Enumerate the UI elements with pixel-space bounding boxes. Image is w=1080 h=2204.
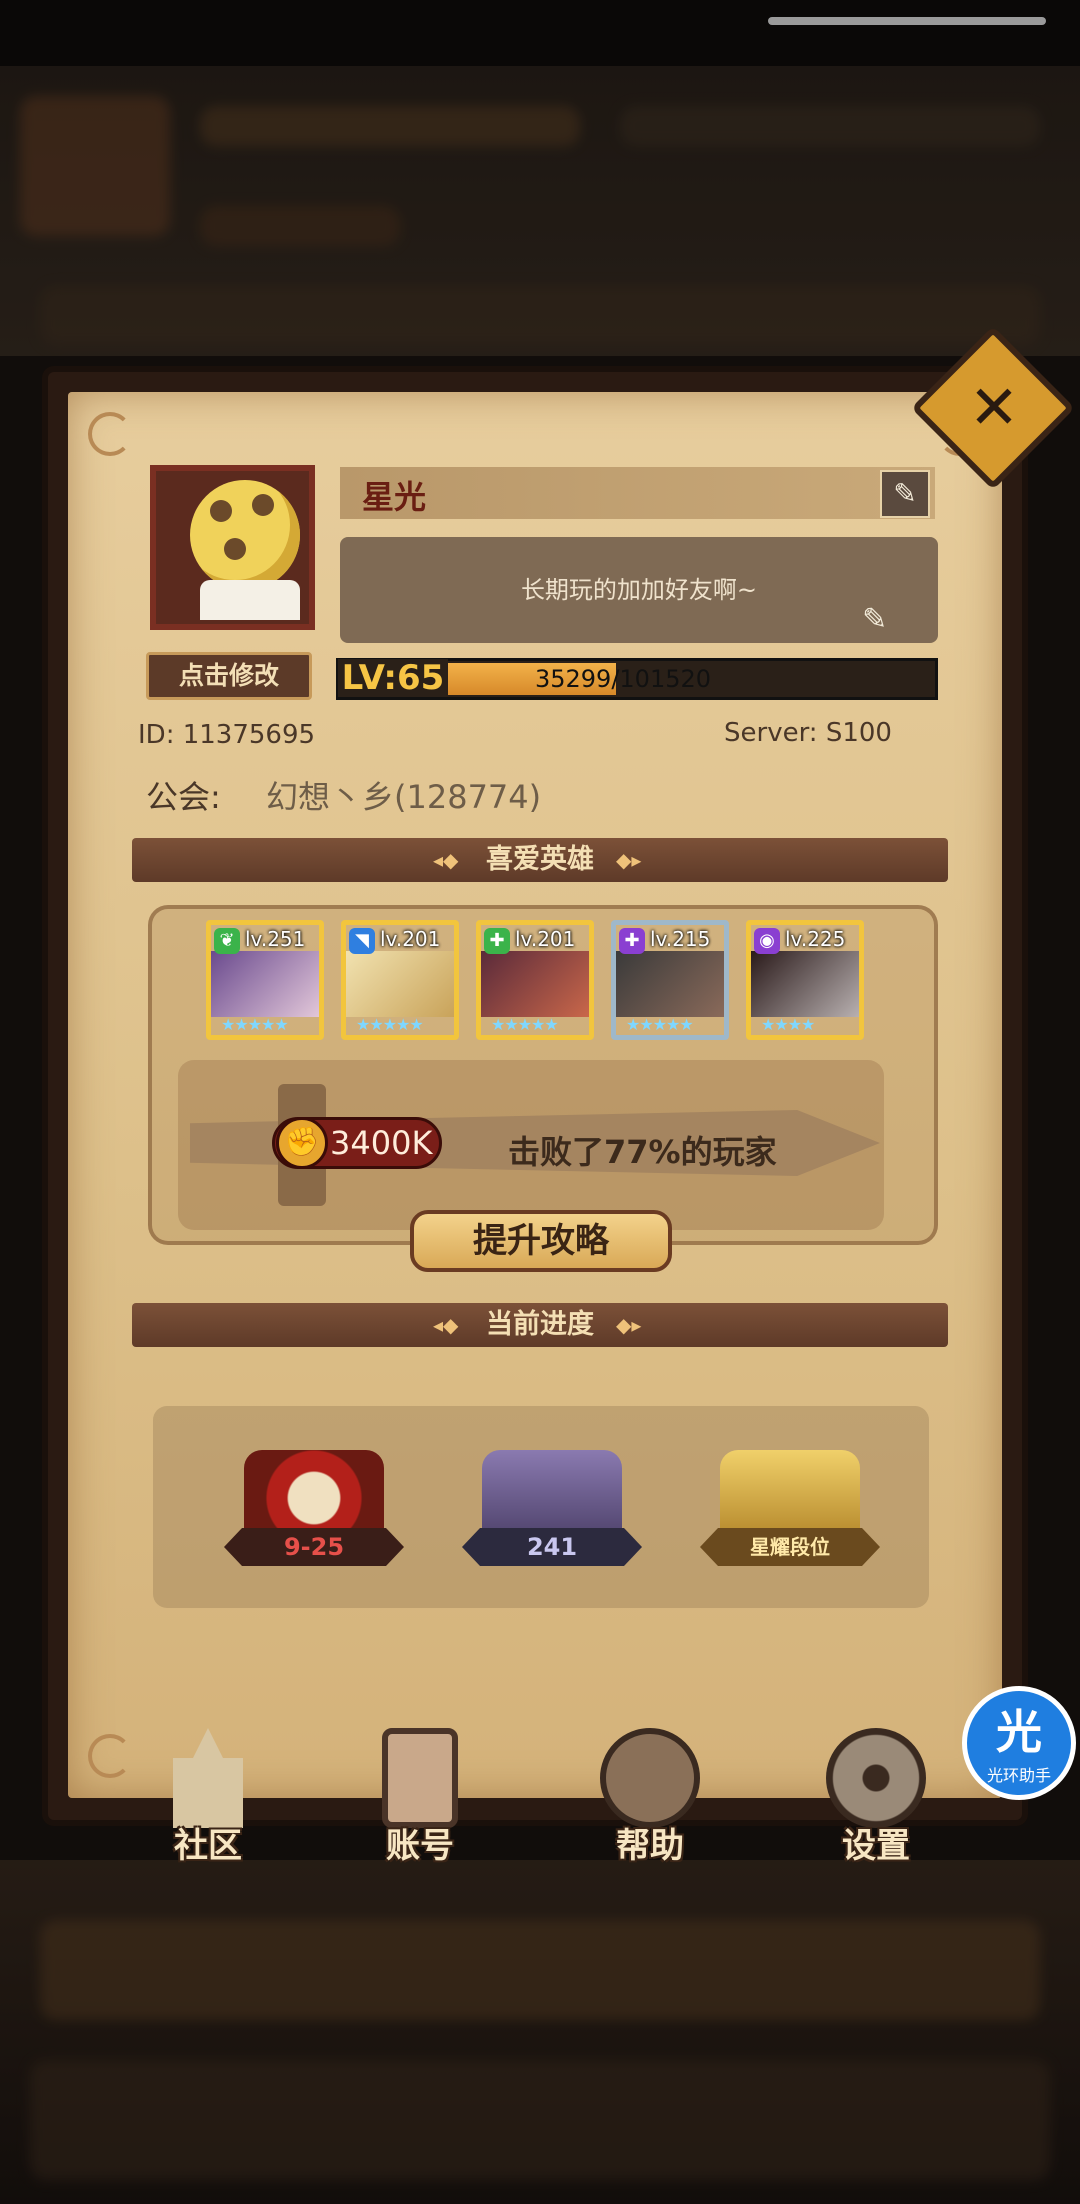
nav-label: 社区: [174, 1826, 242, 1866]
leaf-icon: ❦: [214, 928, 240, 954]
guild-label: 公会:: [146, 778, 221, 816]
hero-card[interactable]: ✚ lv.215 ★★★★★: [611, 920, 729, 1040]
nav-community[interactable]: 社区: [138, 1718, 278, 1868]
corner-ornament-icon: [88, 1734, 132, 1778]
nav-label: 设置: [842, 1826, 910, 1866]
hero-portrait: [481, 951, 589, 1017]
campaign-stage: 9-25: [283, 1533, 345, 1561]
status-bar: [0, 0, 1080, 66]
hero-level: lv.215: [650, 927, 711, 951]
pencil-icon: ✎: [893, 477, 917, 510]
campaign-progress-badge[interactable]: 9-25: [224, 1440, 404, 1572]
tower-floor: 241: [526, 1533, 578, 1561]
close-icon: ✕: [968, 373, 1020, 443]
avatar-mask-icon: [190, 480, 300, 590]
plus-icon: ✚: [484, 928, 510, 954]
hero-stars: ★★★★★: [356, 1015, 424, 1034]
hero-card[interactable]: ◥ lv.201 ★★★★★: [341, 920, 459, 1040]
signature-text: 长期玩的加加好友啊~: [520, 576, 758, 604]
hero-portrait: [346, 951, 454, 1017]
exp-text: 35299/101520: [534, 665, 712, 693]
phone-hooded-figure-icon: [382, 1728, 458, 1828]
nav-settings[interactable]: 设置: [806, 1718, 946, 1868]
pencil-icon[interactable]: ✎: [862, 602, 887, 637]
corner-ornament-icon: [88, 412, 132, 456]
arena-rank: 星耀段位: [750, 1535, 830, 1559]
player-name: 星光: [362, 478, 427, 516]
hero-level: lv.225: [785, 927, 846, 951]
favorite-heroes-title: 喜爱英雄: [486, 844, 594, 875]
nav-label: 账号: [386, 1826, 454, 1866]
hero-card[interactable]: ✚ lv.201 ★★★★★: [476, 920, 594, 1040]
hero-card[interactable]: ❦ lv.251 ★★★★★: [206, 920, 324, 1040]
gear-icon: [826, 1728, 926, 1828]
assistant-logo-icon: 光: [996, 1705, 1042, 1759]
hero-stars: ★★★★★: [626, 1015, 694, 1034]
improve-guide-button[interactable]: 提升攻略: [410, 1210, 672, 1272]
hero-stars: ★★★★: [761, 1015, 815, 1034]
power-value: 3400K: [330, 1124, 433, 1162]
dark-icon: ◉: [754, 928, 780, 954]
guild-name[interactable]: 幻想丶乡(128774): [266, 772, 541, 818]
water-icon: ◥: [349, 928, 375, 954]
avatar-body: [200, 580, 300, 620]
rank-percentile-text: 击败了77%的玩家: [508, 1133, 777, 1171]
fist-icon: ✊: [276, 1117, 328, 1169]
player-id: ID: 11375695: [138, 720, 316, 750]
hero-stars: ★★★★★: [221, 1015, 289, 1034]
name-bar: [340, 467, 935, 519]
home-indicator: [768, 17, 1046, 25]
nav-label: 帮助: [616, 1826, 684, 1866]
tower-progress-badge[interactable]: 241: [462, 1440, 642, 1572]
hero-portrait: [616, 951, 724, 1017]
edit-name-button[interactable]: ✎: [880, 470, 930, 518]
hero-stars: ★★★★★: [491, 1015, 559, 1034]
hero-portrait: [751, 951, 859, 1017]
current-progress-title: 当前进度: [486, 1309, 594, 1340]
hero-level: lv.201: [515, 927, 576, 951]
hero-card[interactable]: ◉ lv.225 ★★★★: [746, 920, 864, 1040]
edit-avatar-button[interactable]: 点击修改: [146, 652, 312, 700]
nav-account[interactable]: 账号: [350, 1718, 490, 1868]
hero-level: lv.251: [245, 927, 306, 951]
castle-icon: [173, 1728, 243, 1828]
chat-bubble-icon: [600, 1728, 700, 1828]
level-label: LV:65: [338, 659, 448, 697]
assistant-label: 光环助手: [986, 1766, 1051, 1785]
nav-help[interactable]: 帮助: [580, 1718, 720, 1868]
arena-progress-badge[interactable]: 星耀段位: [700, 1440, 880, 1572]
server-label: Server: S100: [724, 718, 892, 748]
plus-icon: ✚: [619, 928, 645, 954]
hero-portrait: [211, 951, 319, 1017]
hero-level: lv.201: [380, 927, 441, 951]
